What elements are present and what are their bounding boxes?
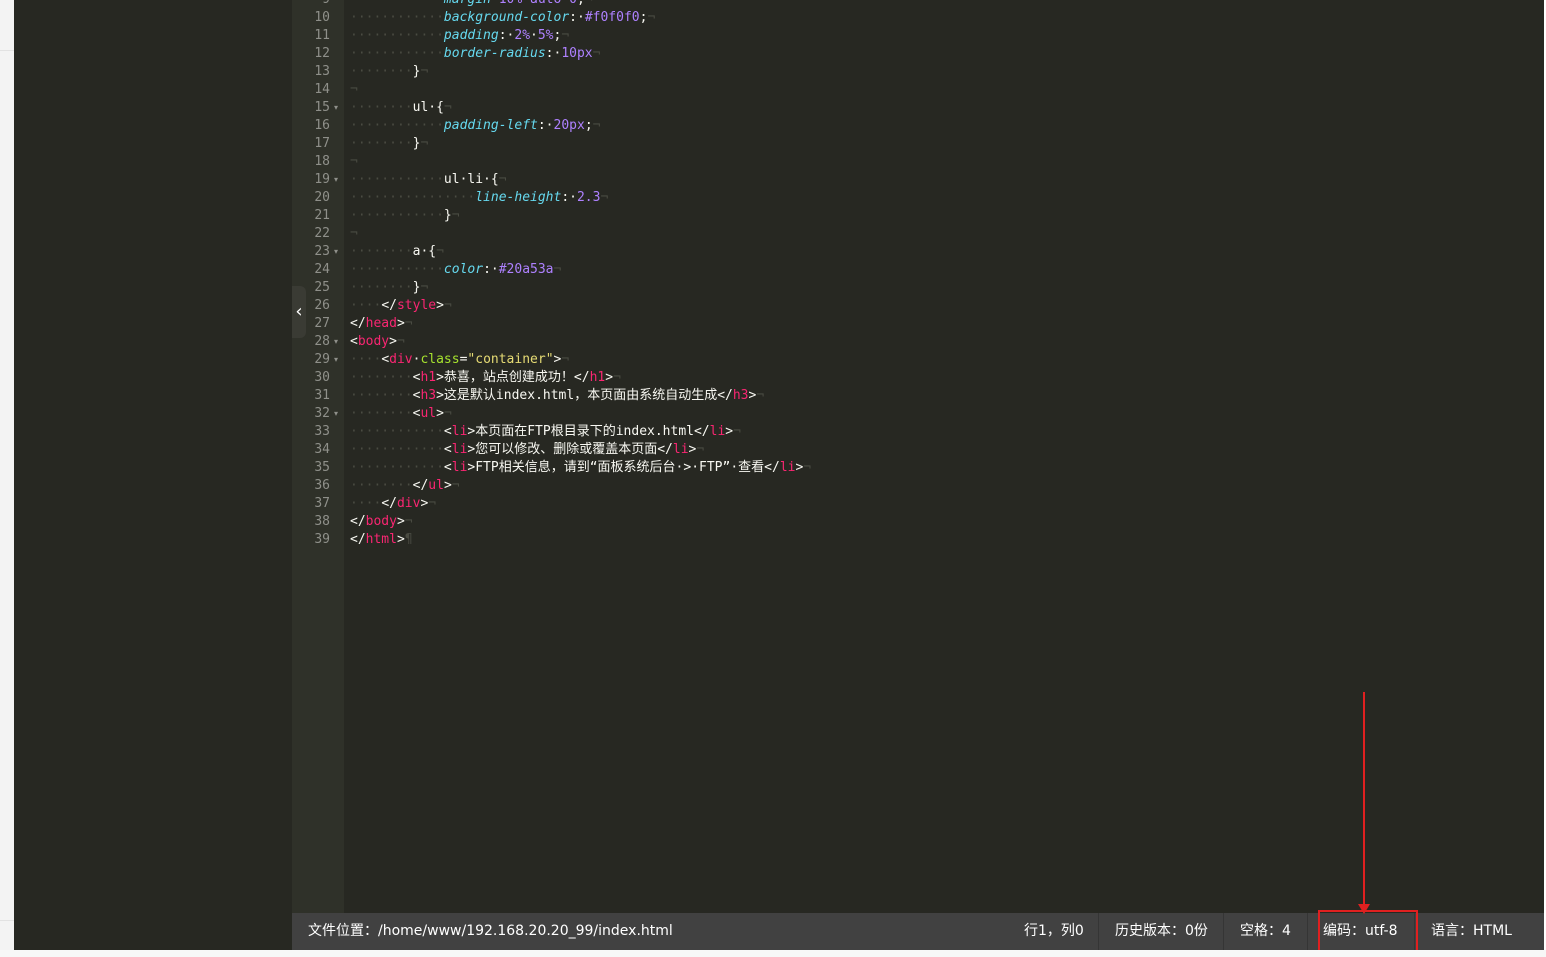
indent-setting[interactable]: 空格：4: [1223, 913, 1307, 950]
line-number: 37: [314, 496, 330, 511]
code-line[interactable]: ····</div>¬: [350, 495, 436, 513]
code-line[interactable]: ········}¬: [350, 63, 428, 81]
line-number: 14: [314, 82, 330, 97]
file-path: 文件位置：/home/www/192.168.20.20_99/index.ht…: [308, 923, 673, 939]
code-line[interactable]: </head>¬: [350, 315, 413, 333]
line-number: 23: [314, 244, 330, 259]
annotation-arrow-line: [1363, 692, 1365, 908]
line-number: 39: [314, 532, 330, 547]
encoding-setting[interactable]: 编码：utf-8: [1307, 913, 1419, 950]
code-line[interactable]: </body>¬: [350, 513, 413, 531]
line-number: 13: [314, 64, 330, 79]
code-line[interactable]: ············<li>FTP相关信息，请到“面板系统后台·>·FTP”…: [350, 459, 811, 477]
code-line[interactable]: ············}¬: [350, 207, 460, 225]
fold-toggle-icon[interactable]: ▾: [334, 405, 338, 423]
code-line[interactable]: ············margin·10%·auto·0;¬: [350, 0, 593, 9]
code-line[interactable]: ············<li>您可以修改、删除或覆盖本页面</li>¬: [350, 441, 704, 459]
line-number: 20: [314, 190, 330, 205]
fold-toggle-icon[interactable]: ▾: [334, 351, 338, 369]
line-number: 19: [314, 172, 330, 187]
code-line[interactable]: ¬: [350, 225, 358, 243]
divider: [0, 50, 14, 51]
fold-toggle-icon[interactable]: ▾: [334, 243, 338, 261]
code-line[interactable]: ············ul·li·{¬: [350, 171, 507, 189]
line-number: 29: [314, 352, 330, 367]
line-number: 12: [314, 46, 330, 61]
code-line[interactable]: ············color:·#20a53a¬: [350, 261, 561, 279]
line-number: 11: [314, 28, 330, 43]
code-line[interactable]: ········<h1>恭喜，站点创建成功！</h1>¬: [350, 369, 621, 387]
line-number: 9: [292, 0, 330, 9]
code-line[interactable]: ····</style>¬: [350, 297, 452, 315]
code-line[interactable]: ················line-height:·2.3¬: [350, 189, 608, 207]
line-number: 17: [314, 136, 330, 151]
line-number: 21: [314, 208, 330, 223]
line-number: 24: [314, 262, 330, 277]
page-bottom-edge: [0, 950, 1546, 957]
line-number: 22: [314, 226, 330, 241]
line-number: 32: [314, 406, 330, 421]
line-number-gutter: 9101112131415▾16171819▾20212223▾24252627…: [292, 0, 344, 913]
code-line[interactable]: ············border-radius:·10px¬: [350, 45, 600, 63]
language-setting[interactable]: 语言：HTML: [1414, 913, 1528, 950]
code-line[interactable]: ········a·{¬: [350, 243, 444, 261]
annotation-arrow-head: [1358, 904, 1370, 914]
code-line[interactable]: <body>¬: [350, 333, 405, 351]
line-number: 18: [314, 154, 330, 169]
code-line[interactable]: ¬: [350, 153, 358, 171]
code-line[interactable]: ············padding-left:·20px;¬: [350, 117, 600, 135]
fold-toggle-icon[interactable]: ▾: [334, 171, 338, 189]
code-line[interactable]: ········ul·{¬: [350, 99, 452, 117]
code-line[interactable]: ········</ul>¬: [350, 477, 460, 495]
line-number: 16: [314, 118, 330, 133]
code-line[interactable]: ············background-color:·#f0f0f0;¬: [350, 9, 655, 27]
collapse-sidebar-button[interactable]: ‹: [292, 286, 306, 338]
code-line[interactable]: ········<h3>这是默认index.html，本页面由系统自动生成</h…: [350, 387, 764, 405]
code-line[interactable]: ············padding:·2%·5%;¬: [350, 27, 569, 45]
line-number: 33: [314, 424, 330, 439]
history-versions[interactable]: 历史版本：0份: [1098, 913, 1224, 950]
line-number: 36: [314, 478, 330, 493]
cursor-position[interactable]: 行1，列0: [1008, 913, 1100, 950]
line-number: 38: [314, 514, 330, 529]
code-line[interactable]: ············<li>本页面在FTP根目录下的index.html</…: [350, 423, 741, 441]
code-line[interactable]: ········}¬: [350, 279, 428, 297]
chevron-left-icon: ‹: [295, 301, 303, 322]
line-number: 10: [314, 10, 330, 25]
page-left-strip: [0, 0, 14, 957]
line-number: 31: [314, 388, 330, 403]
code-line[interactable]: ¬: [350, 81, 358, 99]
code-line[interactable]: ········<ul>¬: [350, 405, 452, 423]
code-line[interactable]: ········}¬: [350, 135, 428, 153]
line-number: 30: [314, 370, 330, 385]
line-number: 35: [314, 460, 330, 475]
line-number: 15: [314, 100, 330, 115]
status-bar: 文件位置：/home/www/192.168.20.20_99/index.ht…: [292, 913, 1544, 950]
fold-toggle-icon[interactable]: ▾: [334, 99, 338, 117]
file-tree-panel: [14, 0, 292, 950]
line-number: 34: [314, 442, 330, 457]
divider: [0, 920, 14, 921]
code-line[interactable]: </html>¶: [350, 531, 413, 549]
code-line[interactable]: ····<div·class="container">¬: [350, 351, 569, 369]
fold-toggle-icon[interactable]: ▾: [334, 333, 338, 351]
